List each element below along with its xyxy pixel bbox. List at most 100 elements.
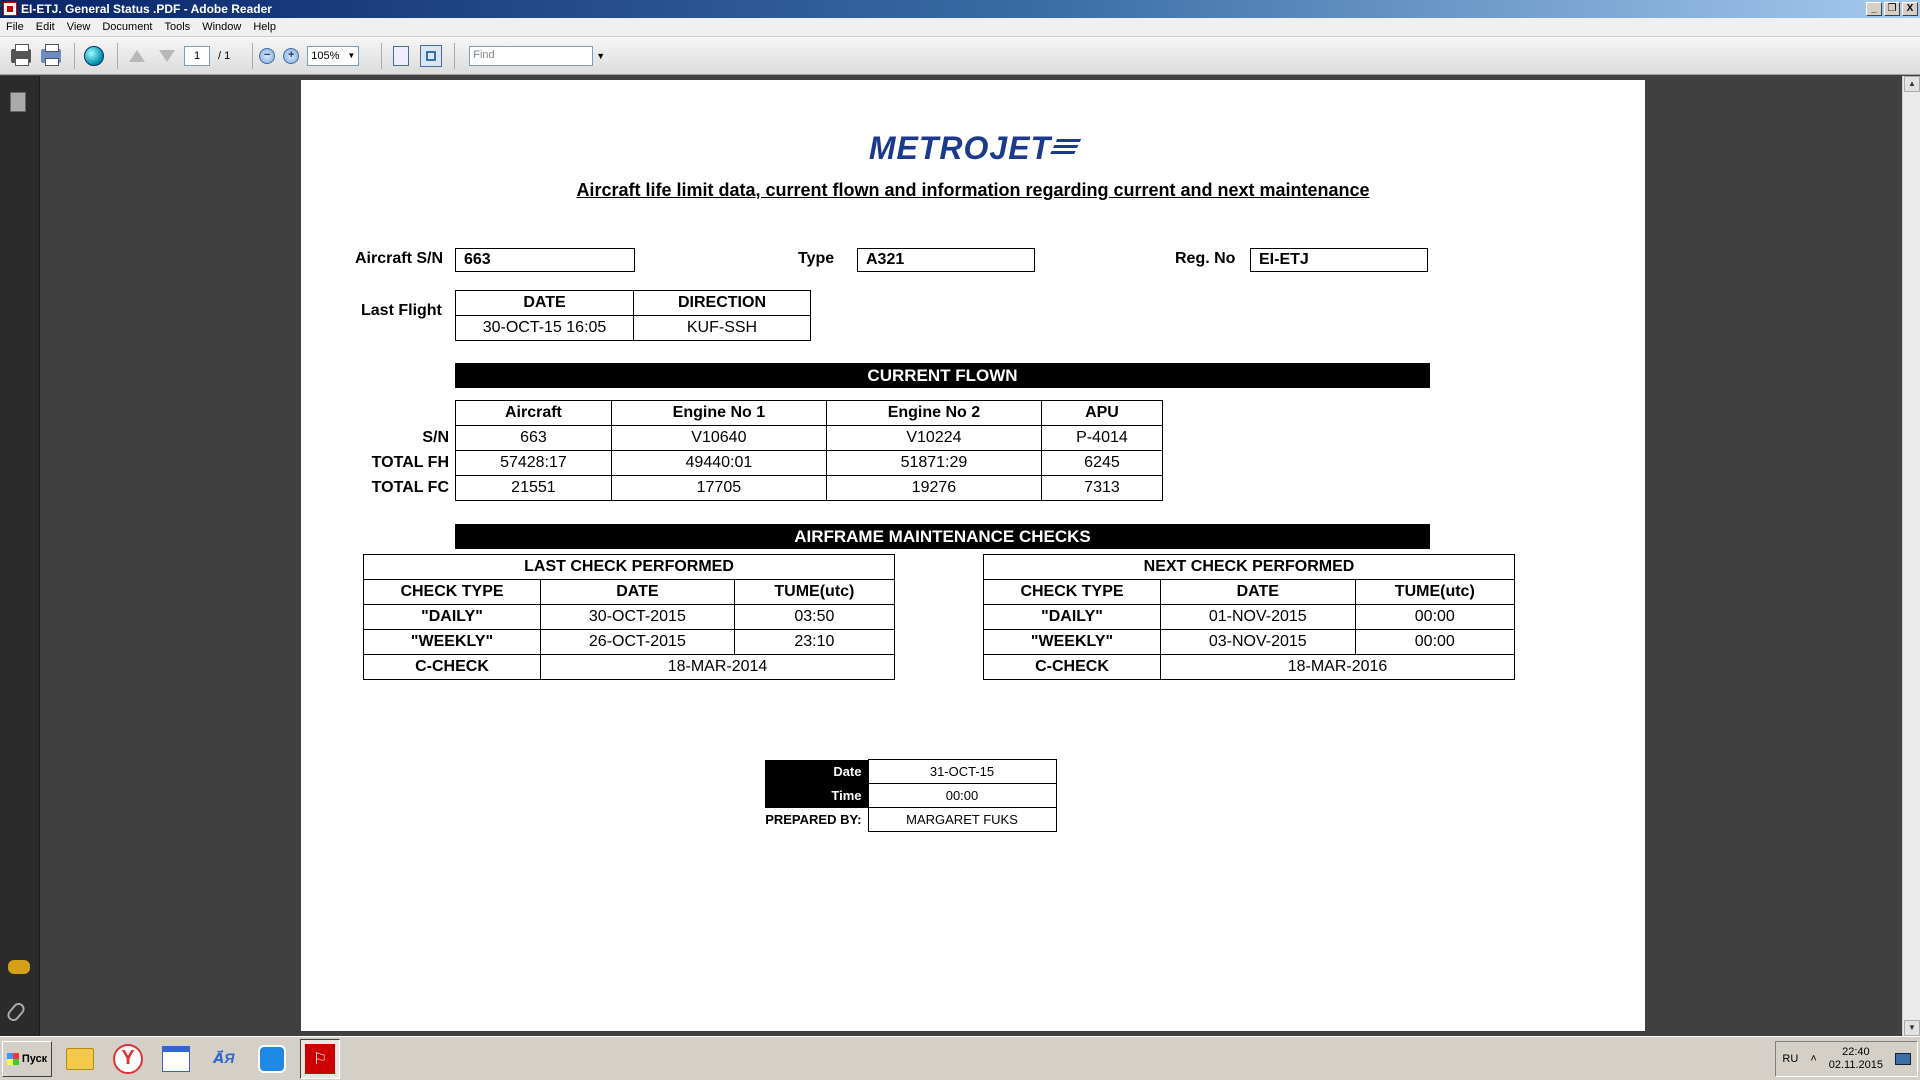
zoom-in-button[interactable]: + bbox=[283, 47, 300, 64]
menu-edit[interactable]: Edit bbox=[30, 21, 61, 33]
page-number-input[interactable]: 1 bbox=[184, 45, 210, 66]
previous-page-button[interactable] bbox=[124, 43, 150, 69]
close-button[interactable]: X bbox=[1902, 2, 1918, 16]
aircraft-sn-value: 663 bbox=[455, 248, 635, 272]
taskbar-language-app[interactable]: A⃗Я bbox=[204, 1039, 244, 1079]
email-button[interactable] bbox=[38, 43, 64, 69]
sn-engine-2: V10224 bbox=[825, 425, 1042, 451]
last-ccheck-type: C-CHECK bbox=[363, 654, 541, 680]
title-bar: EI-ETJ. General Status .PDF - Adobe Read… bbox=[0, 0, 1920, 18]
full-screen-button[interactable] bbox=[418, 43, 444, 69]
toolbar-separator bbox=[117, 42, 118, 69]
next-check-type: "WEEKLY" bbox=[983, 629, 1161, 655]
menu-bar: File Edit View Document Tools Window Hel… bbox=[0, 18, 1920, 37]
pdf-icon: ⚐ bbox=[305, 1043, 335, 1074]
toolbar-separator bbox=[74, 42, 75, 69]
next-check-type: "DAILY" bbox=[983, 604, 1161, 630]
reg-no-value: EI-ETJ bbox=[1250, 248, 1428, 272]
next-check-table: NEXT CHECK PERFORMED CHECK TYPE DATE TUM… bbox=[983, 554, 1516, 680]
next-page-button[interactable] bbox=[154, 43, 180, 69]
taskbar-explorer[interactable] bbox=[60, 1039, 100, 1079]
table-row: "DAILY" 01-NOV-2015 00:00 bbox=[983, 604, 1516, 630]
taskbar: Пуск Y A⃗Я ⚐ RU ˄ 22:40 02.11.2015 bbox=[0, 1036, 1920, 1080]
current-flown-table: Aircraft Engine No 1 Engine No 2 APU 663… bbox=[455, 400, 1164, 501]
minimize-button[interactable]: _ bbox=[1866, 2, 1882, 16]
taskbar-window-app[interactable] bbox=[156, 1039, 196, 1079]
attachment-icon[interactable] bbox=[4, 1000, 28, 1024]
fc-engine-1: 17705 bbox=[610, 475, 827, 501]
zoom-value: 105% bbox=[311, 49, 340, 62]
folder-icon bbox=[66, 1047, 94, 1070]
last-check-time: 23:10 bbox=[733, 629, 896, 655]
zoom-select[interactable]: 105% ▼ bbox=[307, 45, 360, 66]
network-icon[interactable] bbox=[1895, 1052, 1911, 1065]
next-check-date-header: DATE bbox=[1160, 579, 1356, 605]
sn-engine-1: V10640 bbox=[610, 425, 827, 451]
last-check-type: "WEEKLY" bbox=[363, 629, 541, 655]
clock[interactable]: 22:40 02.11.2015 bbox=[1829, 1046, 1883, 1072]
start-button[interactable]: Пуск bbox=[2, 1040, 52, 1077]
table-row: C-CHECK 18-MAR-2016 bbox=[983, 654, 1515, 680]
table-row: "WEEKLY" 03-NOV-2015 00:00 bbox=[983, 629, 1516, 655]
table-row: C-CHECK 18-MAR-2014 bbox=[363, 654, 895, 680]
navigation-panel bbox=[0, 76, 40, 1036]
last-check-title: LAST CHECK PERFORMED bbox=[363, 554, 895, 580]
last-check-table: LAST CHECK PERFORMED CHECK TYPE DATE TUM… bbox=[363, 554, 896, 680]
vertical-scrollbar[interactable]: ▲ ▼ bbox=[1902, 76, 1920, 1036]
menu-file[interactable]: File bbox=[0, 21, 30, 33]
fh-apu: 6245 bbox=[1040, 450, 1164, 476]
fc-engine-2: 19276 bbox=[825, 475, 1042, 501]
pages-icon[interactable] bbox=[10, 92, 26, 112]
zoom-out-button[interactable]: − bbox=[259, 47, 276, 64]
fit-page-button[interactable] bbox=[388, 43, 414, 69]
page-icon bbox=[393, 45, 410, 66]
translate-icon: A⃗Я bbox=[213, 1050, 235, 1066]
fh-engine-1: 49440:01 bbox=[610, 450, 827, 476]
last-check-type: "DAILY" bbox=[363, 604, 541, 630]
toolbar-separator bbox=[381, 42, 383, 69]
yandex-icon: Y bbox=[113, 1043, 143, 1074]
header-engine-1: Engine No 1 bbox=[610, 400, 827, 426]
menu-tools[interactable]: Tools bbox=[159, 21, 197, 33]
chevron-down-icon: ▼ bbox=[347, 51, 356, 60]
last-flight-table: DATE DIRECTION 30-OCT-15 16:05 KUF-SSH bbox=[455, 290, 811, 341]
menu-document[interactable]: Document bbox=[96, 21, 158, 33]
last-check-time-header: TUME(utc) bbox=[733, 579, 896, 605]
chevron-up-icon[interactable]: ˄ bbox=[1810, 1053, 1816, 1065]
toolbar-separator bbox=[252, 42, 254, 69]
last-ccheck-date: 18-MAR-2014 bbox=[540, 654, 895, 680]
prepared-by-label: PREPARED BY: bbox=[765, 812, 862, 827]
type-label: Type bbox=[798, 250, 835, 267]
menu-window[interactable]: Window bbox=[196, 21, 247, 33]
restore-button[interactable]: ❐ bbox=[1884, 2, 1900, 16]
find-input[interactable]: Find bbox=[469, 45, 594, 66]
comments-icon[interactable] bbox=[8, 960, 30, 974]
last-flight-date: 30-OCT-15 16:05 bbox=[455, 315, 634, 341]
page-total: / 1 bbox=[218, 49, 231, 62]
next-check-time: 00:00 bbox=[1354, 604, 1516, 630]
taskbar-yandex-browser[interactable]: Y bbox=[108, 1039, 148, 1079]
logo-stripes-icon bbox=[1048, 139, 1082, 157]
language-indicator[interactable]: RU bbox=[1782, 1053, 1798, 1065]
scroll-up-icon[interactable]: ▲ bbox=[1904, 76, 1920, 92]
collaborate-button[interactable] bbox=[81, 43, 107, 69]
menu-view[interactable]: View bbox=[61, 21, 97, 33]
window-title: EI-ETJ. General Status .PDF - Adobe Read… bbox=[21, 2, 272, 16]
table-row: "WEEKLY" 26-OCT-2015 23:10 bbox=[363, 629, 896, 655]
print-button[interactable] bbox=[8, 43, 34, 69]
last-check-time: 03:50 bbox=[733, 604, 896, 630]
last-check-date: 30-OCT-2015 bbox=[540, 604, 735, 630]
fh-aircraft: 57428:17 bbox=[455, 450, 612, 476]
fh-engine-2: 51871:29 bbox=[825, 450, 1042, 476]
last-flight-direction-header: DIRECTION bbox=[633, 290, 811, 316]
find-options-icon[interactable]: ▼ bbox=[596, 51, 605, 61]
taskbar-teamviewer[interactable] bbox=[252, 1039, 292, 1079]
system-tray: RU ˄ 22:40 02.11.2015 bbox=[1775, 1040, 1918, 1077]
last-check-date-header: DATE bbox=[540, 579, 735, 605]
taskbar-adobe-reader[interactable]: ⚐ bbox=[300, 1038, 340, 1079]
scroll-down-icon[interactable]: ▼ bbox=[1904, 1020, 1920, 1036]
window-controls: _ ❐ X bbox=[1866, 2, 1918, 16]
arrow-up-icon bbox=[129, 49, 145, 62]
row-label-sn: S/N bbox=[422, 429, 449, 446]
menu-help[interactable]: Help bbox=[247, 21, 282, 33]
